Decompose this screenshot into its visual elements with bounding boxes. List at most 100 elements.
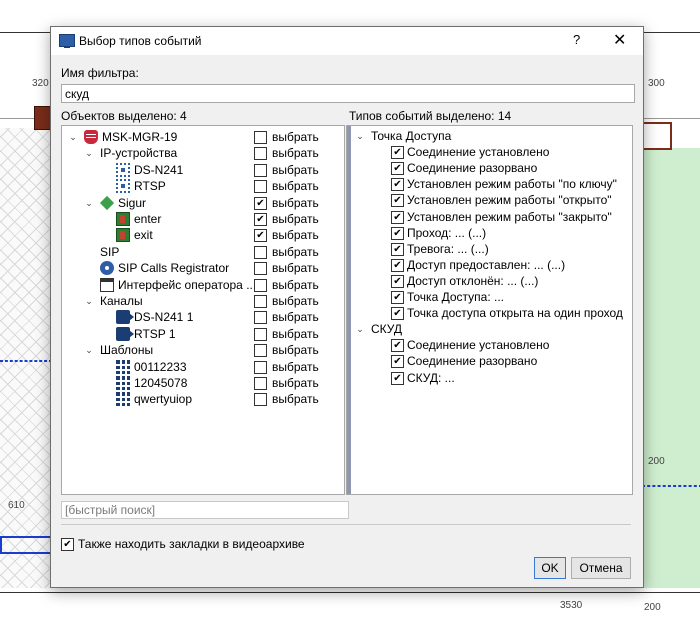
event-type-label: Установлен режим работы "открыто" xyxy=(407,193,612,208)
door-icon xyxy=(116,212,130,226)
expand-chevron-icon[interactable]: ⌄ xyxy=(68,129,78,145)
event-type-label: Установлен режим работы "по ключу" xyxy=(407,177,617,192)
event-type-checkbox[interactable]: ✔ xyxy=(391,355,404,369)
select-checkbox[interactable] xyxy=(254,262,267,276)
event-type-checkbox[interactable]: ✔ xyxy=(391,371,404,385)
ok-button[interactable]: OK xyxy=(534,557,566,579)
event-type-checkbox[interactable]: ✔ xyxy=(391,307,404,321)
select-checkbox[interactable] xyxy=(254,344,267,358)
tree-row[interactable]: DS-N241 выбрать xyxy=(62,162,344,178)
event-type-checkbox[interactable]: ✔ xyxy=(391,178,404,192)
objects-selected-count: Объектов выделено: 4 xyxy=(61,109,187,123)
tree-node-label: DS-N241 1 xyxy=(134,310,194,325)
event-type-row[interactable]: ✔ СКУД: ... xyxy=(347,370,632,386)
event-type-row[interactable]: ✔ Соединение разорвано xyxy=(347,160,632,176)
dialog-title: Выбор типов событий xyxy=(79,34,202,48)
select-label: выбрать xyxy=(272,376,319,390)
event-type-row[interactable]: ✔ Точка доступа открыта на один проход xyxy=(347,305,632,321)
event-types-tree[interactable]: ⌄ Точка Доступа ✔ Соединение установлено ✔ Со… xyxy=(346,125,633,495)
event-type-checkbox[interactable]: ✔ xyxy=(391,146,404,160)
event-type-row[interactable]: ✔ Тревога: ... (...) xyxy=(347,241,632,257)
event-group-row[interactable]: ⌄ Точка Доступа xyxy=(347,128,632,144)
tree-row[interactable]: Интерфейс оператора ... выбрать xyxy=(62,277,344,293)
objects-tree[interactable]: ⌄ MSK-MGR-19 выбрать ⌄ IP-устройства выбрать D… xyxy=(61,125,345,495)
tree-row[interactable]: RTSP 1 выбрать xyxy=(62,326,344,342)
plan-dimension-label: 200 xyxy=(644,602,661,613)
event-type-checkbox[interactable]: ✔ xyxy=(391,274,404,288)
tree-row[interactable]: ⌄ Шаблоны выбрать xyxy=(62,342,344,358)
event-type-row[interactable]: ✔ Соединение разорвано xyxy=(347,353,632,369)
help-button[interactable]: ? xyxy=(573,32,580,47)
tree-row[interactable]: ⌄ Sigur ✔ выбрать xyxy=(62,195,344,211)
select-checkbox[interactable] xyxy=(254,245,267,259)
event-type-row[interactable]: ✔ Соединение установлено xyxy=(347,144,632,160)
cancel-button[interactable]: Отмена xyxy=(571,557,631,579)
select-checkbox[interactable] xyxy=(254,163,267,177)
tree-row[interactable]: 12045078 выбрать xyxy=(62,375,344,391)
select-checkbox[interactable] xyxy=(254,393,267,407)
select-checkbox[interactable] xyxy=(254,147,267,161)
tree-row[interactable]: ⌄ Каналы выбрать xyxy=(62,293,344,309)
event-type-checkbox[interactable]: ✔ xyxy=(391,194,404,208)
close-button[interactable]: ✕ xyxy=(613,30,626,50)
event-type-row[interactable]: ✔ Установлен режим работы "по ключу" xyxy=(347,176,632,192)
tree-row[interactable]: ⌄ MSK-MGR-19 выбрать xyxy=(62,129,344,145)
event-type-row[interactable]: ✔ Точка Доступа: ... xyxy=(347,289,632,305)
tree-row[interactable]: RTSP выбрать xyxy=(62,178,344,194)
event-group-row[interactable]: ⌄ СКУД xyxy=(347,321,632,337)
layout-grid-icon xyxy=(116,359,130,374)
quick-search-input[interactable]: [быстрый поиск] xyxy=(61,501,349,519)
bookmark-checkbox[interactable]: ✔ xyxy=(61,538,74,551)
event-type-checkbox[interactable]: ✔ xyxy=(391,162,404,176)
event-type-row[interactable]: ✔ Доступ предоставлен: ... (...) xyxy=(347,257,632,273)
event-type-checkbox[interactable]: ✔ xyxy=(391,210,404,224)
camera-icon xyxy=(116,310,134,325)
event-type-checkbox[interactable]: ✔ xyxy=(391,258,404,272)
event-type-row[interactable]: ✔ Установлен режим работы "закрыто" xyxy=(347,209,632,225)
event-type-checkbox[interactable]: ✔ xyxy=(391,226,404,240)
expand-chevron-icon[interactable]: ⌄ xyxy=(355,321,365,337)
select-checkbox[interactable]: ✔ xyxy=(254,196,267,210)
expand-chevron-icon[interactable]: ⌄ xyxy=(355,128,365,144)
select-label: выбрать xyxy=(272,179,319,194)
gear-icon xyxy=(100,261,114,276)
tree-row[interactable]: ⌄ IP-устройства выбрать xyxy=(62,145,344,161)
plan-dimension-label: 320 xyxy=(32,78,49,89)
event-type-checkbox[interactable]: ✔ xyxy=(391,339,404,353)
select-checkbox[interactable] xyxy=(254,311,267,325)
tree-row[interactable]: enter ✔ выбрать xyxy=(62,211,344,227)
tree-row[interactable]: exit ✔ выбрать xyxy=(62,227,344,243)
select-checkbox[interactable]: ✔ xyxy=(254,213,267,226)
select-checkbox[interactable]: ✔ xyxy=(254,229,267,243)
event-type-label: Проход: ... (...) xyxy=(407,225,487,240)
event-type-row[interactable]: ✔ Соединение установлено xyxy=(347,337,632,353)
event-type-checkbox[interactable]: ✔ xyxy=(391,291,404,304)
select-checkbox[interactable] xyxy=(254,278,267,292)
filter-name-input[interactable] xyxy=(61,84,635,103)
expand-chevron-icon[interactable]: ⌄ xyxy=(84,342,94,358)
event-type-row[interactable]: ✔ Установлен режим работы "открыто" xyxy=(347,192,632,208)
event-type-label: Доступ предоставлен: ... (...) xyxy=(407,257,566,272)
tree-row[interactable]: DS-N241 1 выбрать xyxy=(62,309,344,325)
door-icon xyxy=(116,228,130,243)
tree-row[interactable]: 00112233 выбрать xyxy=(62,359,344,375)
event-type-checkbox[interactable]: ✔ xyxy=(391,242,404,256)
select-checkbox[interactable] xyxy=(254,327,267,341)
event-type-row[interactable]: ✔ Проход: ... (...) xyxy=(347,225,632,241)
select-checkbox[interactable] xyxy=(254,295,267,308)
select-checkbox[interactable] xyxy=(254,131,267,144)
tree-row[interactable]: SIP Calls Registrator выбрать xyxy=(62,260,344,276)
select-checkbox[interactable] xyxy=(254,360,267,374)
tree-row[interactable]: qwertyuiop выбрать xyxy=(62,391,344,407)
plan-dimension-label: 200 xyxy=(648,456,665,467)
expand-chevron-icon[interactable]: ⌄ xyxy=(84,293,94,309)
select-label: выбрать xyxy=(272,212,319,226)
select-checkbox[interactable] xyxy=(254,180,267,194)
expand-chevron-icon[interactable]: ⌄ xyxy=(84,145,94,161)
ip-device-icon xyxy=(116,162,130,177)
expand-chevron-icon[interactable]: ⌄ xyxy=(84,195,94,211)
event-type-row[interactable]: ✔ Доступ отклонён: ... (...) xyxy=(347,273,632,289)
event-types-selected-count: Типов событий выделено: 14 xyxy=(349,109,512,123)
select-checkbox[interactable] xyxy=(254,377,267,390)
tree-row[interactable]: SIP выбрать xyxy=(62,244,344,260)
